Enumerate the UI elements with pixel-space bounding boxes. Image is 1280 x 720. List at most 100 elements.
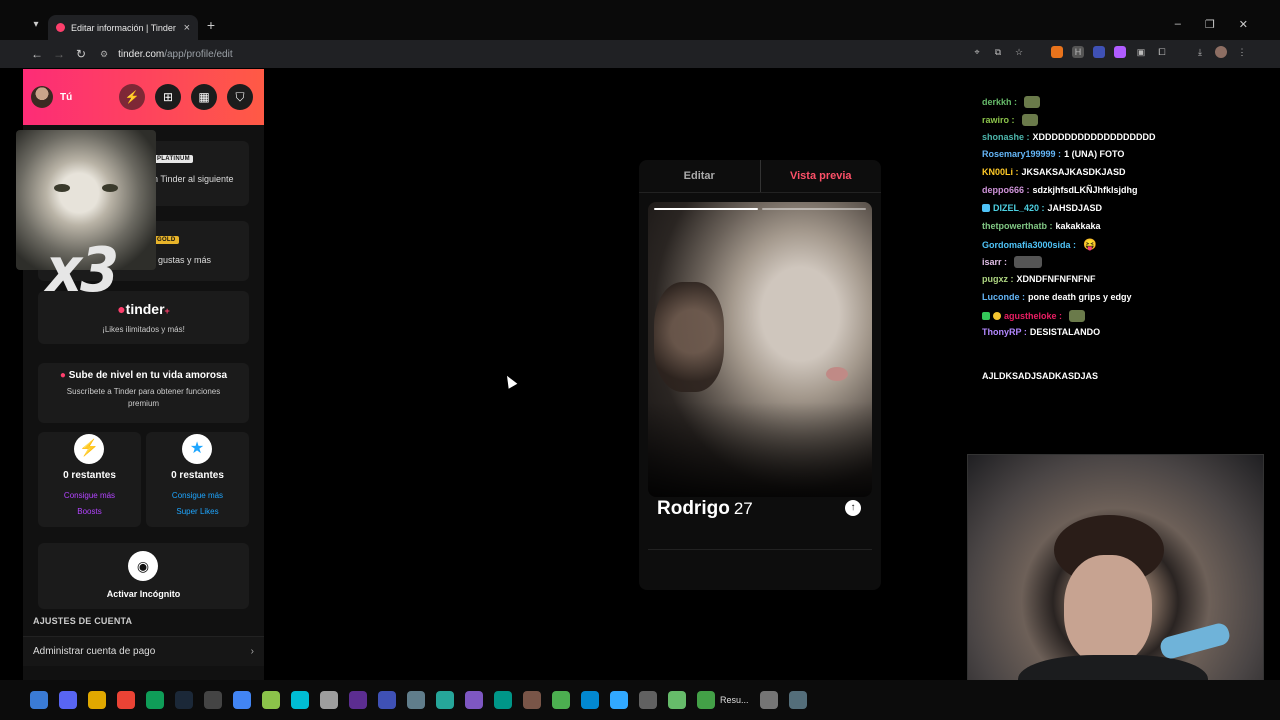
chat-username[interactable]: Rosemary199999 :: [982, 149, 1061, 159]
extensions-puzzle-icon[interactable]: ⧠: [1156, 46, 1168, 58]
chat-username[interactable]: Luconde :: [982, 292, 1025, 302]
back-arrow-icon[interactable]: ←: [26, 43, 48, 65]
manage-payment-account-row[interactable]: Administrar cuenta de pago ›: [23, 636, 264, 666]
chat-username[interactable]: rawiro :: [982, 115, 1015, 125]
app-s-icon[interactable]: [291, 691, 309, 709]
profile-name: Rodrigo: [657, 498, 730, 519]
chat-username[interactable]: thetpowerthatb :: [982, 221, 1053, 231]
extension-purple-icon[interactable]: [1114, 46, 1126, 58]
extension-blue-icon[interactable]: [1093, 46, 1105, 58]
superlikes-card[interactable]: ★ 0 restantes Consigue más Super Likes: [146, 432, 249, 527]
chat-username[interactable]: deppo666 :: [982, 185, 1030, 195]
minimize-button[interactable]: –: [1175, 18, 1181, 31]
chat-badge-icon: [993, 311, 1001, 320]
superlike-star-icon: ★: [182, 434, 212, 464]
discord-icon[interactable]: [59, 691, 77, 709]
chat-username[interactable]: Gordomafia3000sida :: [982, 240, 1076, 250]
photo-progress-bar[interactable]: [654, 208, 758, 210]
new-tab-button[interactable]: +: [204, 17, 218, 33]
extension-frame-icon[interactable]: ▣: [1135, 46, 1147, 58]
chat-username[interactable]: pugxz :: [982, 274, 1014, 284]
chat-text: XDDDDDDDDDDDDDDDDDD: [1032, 131, 1156, 142]
location-icon[interactable]: ⌖: [971, 46, 983, 58]
chat-username[interactable]: derkkh :: [982, 97, 1017, 107]
obs-icon[interactable]: [204, 691, 222, 709]
browser-tab-tinder[interactable]: Editar información | Tinder ×: [48, 15, 198, 40]
chat-emoji-icon: 😝: [1083, 239, 1097, 252]
chat-username[interactable]: ThonyRP :: [982, 327, 1027, 337]
app-ball-icon[interactable]: [320, 691, 338, 709]
explore-icon[interactable]: ⊞: [155, 84, 181, 110]
profile-photo[interactable]: [648, 202, 872, 497]
cat-eye-left: [54, 184, 70, 192]
info-arrow-up-icon[interactable]: ↑: [845, 500, 861, 516]
photoshop-icon[interactable]: [610, 691, 628, 709]
restore-button[interactable]: ❐: [1205, 18, 1215, 31]
app-l-icon[interactable]: [759, 691, 778, 709]
chat-text: XDNDFNFNFNFNF: [1016, 274, 1096, 284]
boosts-card[interactable]: ⚡ 0 restantes Consigue más Boosts: [38, 432, 141, 527]
chat-message: thetpowerthatb : kakakkaka: [982, 221, 1101, 231]
app-c-icon[interactable]: [233, 691, 251, 709]
app-h-icon[interactable]: [581, 691, 599, 709]
incognito-card[interactable]: ◉ Activar Incógnito: [38, 543, 249, 609]
get-superlikes-link[interactable]: Consigue más Super Likes: [146, 488, 249, 520]
briefcase-icon[interactable]: ▦: [191, 84, 217, 110]
app-g-icon[interactable]: [262, 691, 280, 709]
chrome-icon[interactable]: [117, 691, 135, 709]
chat-text: DESISTALANDO: [1029, 327, 1101, 338]
edge-icon[interactable]: [146, 691, 164, 709]
menu-kebab-icon[interactable]: ⋮: [1236, 46, 1248, 58]
tab-list-chevron-icon[interactable]: ▾: [28, 17, 44, 33]
app-i-icon[interactable]: [639, 691, 657, 709]
reload-icon[interactable]: ↻: [70, 43, 92, 65]
incognito-label: Activar Incógnito: [106, 589, 181, 599]
chat-username[interactable]: KN00Li :: [982, 167, 1019, 177]
boost-icon[interactable]: ⚡: [119, 84, 145, 110]
chat-username[interactable]: DIZEL_420 :: [993, 203, 1045, 213]
forward-arrow-icon[interactable]: →: [48, 43, 70, 65]
shield-icon[interactable]: ⛉: [227, 84, 253, 110]
steam-icon[interactable]: [175, 691, 193, 709]
app-b-icon[interactable]: [407, 691, 425, 709]
profile-avatar[interactable]: [1215, 46, 1227, 58]
app-e-icon[interactable]: [494, 691, 512, 709]
get-boosts-link[interactable]: Consigue más Boosts: [38, 488, 141, 520]
extension-h-icon[interactable]: H: [1072, 46, 1084, 58]
app-d-icon[interactable]: [465, 691, 483, 709]
app-c2-icon[interactable]: [436, 691, 454, 709]
avatar[interactable]: [31, 86, 53, 108]
app-f-icon[interactable]: [523, 691, 541, 709]
chat-message: deppo666 : sdzkjhfsdLKÑJhfklsjdhg: [982, 185, 1138, 195]
bookmark-star-icon[interactable]: ☆: [1013, 46, 1025, 58]
taskbar-item-label[interactable]: Resu...: [720, 695, 749, 705]
user-name[interactable]: Tú: [60, 92, 72, 103]
install-app-icon[interactable]: ⧉: [992, 46, 1004, 58]
site-info-icon[interactable]: ⚙: [100, 49, 108, 60]
tab-close-icon[interactable]: ×: [184, 22, 190, 34]
stream-chat-overlay: derkkh : rawiro : shonashe : XDDDDDDDDDDDDD…: [976, 96, 1266, 386]
extension-orange-icon[interactable]: [1051, 46, 1063, 58]
photo-progress-bar[interactable]: [762, 208, 866, 210]
app-m-icon[interactable]: [788, 691, 807, 709]
upsell-card[interactable]: ● Sube de nivel en tu vida amorosa Suscr…: [38, 363, 249, 423]
minecraft-icon[interactable]: [552, 691, 570, 709]
tab-preview[interactable]: Vista previa: [759, 160, 882, 192]
chat-username[interactable]: isarr :: [982, 257, 1007, 267]
upsell-text-1: Suscríbete a Tinder para obtener funcion…: [66, 387, 221, 396]
app-a-icon[interactable]: [378, 691, 396, 709]
explorer-icon[interactable]: [88, 691, 106, 709]
chat-username[interactable]: shonashe :: [982, 132, 1030, 142]
chat-message: KN00Li : JKSAKSAJKASDKJASD: [982, 167, 1126, 177]
tab-edit[interactable]: Editar: [639, 160, 760, 192]
close-window-button[interactable]: ✕: [1239, 18, 1248, 31]
app-j-icon[interactable]: [668, 691, 686, 709]
platinum-text: n Tinder al siguiente: [153, 174, 234, 184]
chat-message: shonashe : XDDDDDDDDDDDDDDDDDD: [982, 132, 1156, 142]
download-icon[interactable]: ⤓: [1194, 46, 1206, 58]
vs-icon[interactable]: [349, 691, 367, 709]
app-k-icon[interactable]: [697, 691, 715, 709]
profile-age: 27: [733, 499, 753, 518]
windows-icon[interactable]: [30, 691, 48, 709]
chat-username[interactable]: agustheloke :: [1004, 311, 1062, 321]
